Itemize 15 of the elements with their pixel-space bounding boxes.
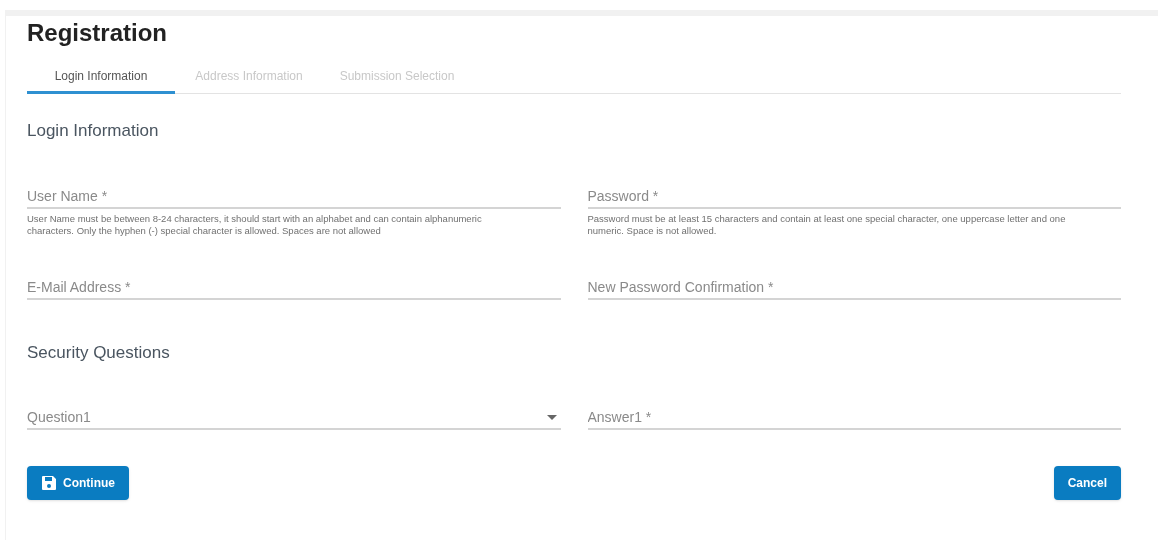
page-title: Registration — [27, 18, 168, 48]
tab[interactable]: Login Information — [27, 60, 175, 94]
cancel-button[interactable]: Cancel — [1053, 466, 1121, 500]
section-heading: Login Information — [27, 120, 160, 142]
caret-icon — [546, 415, 557, 420]
input-field[interactable]: Answer1 * — [587, 406, 1121, 430]
hint-text: User Name must be between 8-24 characters, it should start with an alphabet and can contain alphanumeric characters. Only the hyphen (-) special character is allowed. Spaces are not allowed — [27, 212, 483, 237]
hint-text: Password must be at least 15 characters and contain at least one special character, one uppercase letter and one numeric. Space is not allowed. — [587, 212, 1067, 237]
input-field[interactable]: Password * — [587, 184, 1121, 209]
dropdown-field[interactable]: Question1 — [27, 406, 561, 430]
section-heading: Security Questions — [27, 341, 171, 364]
continue-button[interactable]: Continue — [27, 466, 129, 500]
input-field[interactable]: E-Mail Address * — [27, 275, 561, 300]
input-field[interactable]: New Password Confirmation * — [587, 275, 1121, 300]
input-field[interactable]: User Name * — [27, 184, 561, 209]
